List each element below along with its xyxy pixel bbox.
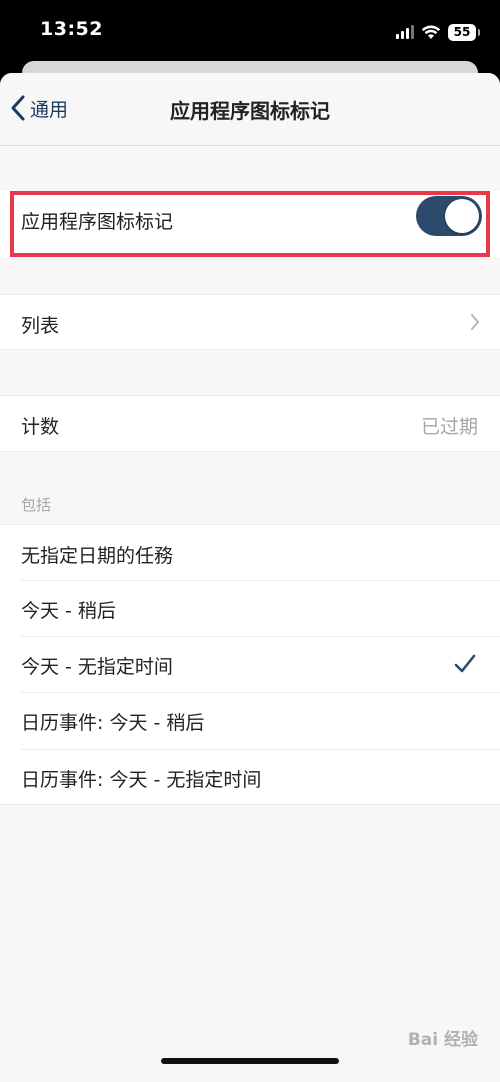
home-indicator[interactable] xyxy=(161,1058,339,1064)
include-item-label: 今天 - 稍后 xyxy=(21,600,116,622)
status-bar: 13:52 55 xyxy=(0,0,500,62)
include-item-label: 今天 - 无指定时间 xyxy=(21,656,173,678)
status-time: 13:52 xyxy=(40,18,103,40)
watermark-logo: Bai 经验 xyxy=(408,1025,478,1050)
cellular-signal-icon xyxy=(396,25,414,39)
chevron-right-icon xyxy=(471,314,479,330)
list-row[interactable]: 列表 xyxy=(0,294,500,350)
include-item-label: 无指定日期的任務 xyxy=(21,545,174,567)
count-row-value: 已过期 xyxy=(420,416,478,438)
list-item[interactable]: 无指定日期的任務 xyxy=(0,524,500,581)
navigation-bar: 通用 应用程序图标标记 xyxy=(0,73,500,146)
count-row[interactable]: 计数 已过期 xyxy=(0,395,500,452)
include-item-label: 日历事件: 今天 - 稍后 xyxy=(21,712,205,734)
include-section-header: 包括 xyxy=(21,496,52,514)
checkmark-icon xyxy=(454,654,476,673)
battery-indicator: 55 xyxy=(448,23,480,41)
list-item[interactable]: 今天 - 稍后 xyxy=(0,581,500,637)
list-row-label: 列表 xyxy=(21,315,60,337)
wifi-icon xyxy=(421,25,441,39)
list-item[interactable]: 日历事件: 今天 - 无指定时间 xyxy=(0,750,500,805)
badge-toggle-switch[interactable] xyxy=(416,196,482,236)
status-icons: 55 xyxy=(396,22,480,42)
list-item[interactable]: 日历事件: 今天 - 稍后 xyxy=(0,693,500,750)
settings-sheet: 通用 应用程序图标标记 应用程序图标标记 列表 计数 已过期 包括 无指定日期的… xyxy=(0,73,500,1082)
include-item-label: 日历事件: 今天 - 无指定时间 xyxy=(21,769,262,791)
page-title: 应用程序图标标记 xyxy=(170,99,330,123)
toggle-knob xyxy=(445,199,479,233)
count-row-label: 计数 xyxy=(21,416,60,438)
list-item[interactable]: 今天 - 无指定时间 xyxy=(0,637,500,693)
watermark-text: Bai 经验 xyxy=(407,1030,478,1050)
